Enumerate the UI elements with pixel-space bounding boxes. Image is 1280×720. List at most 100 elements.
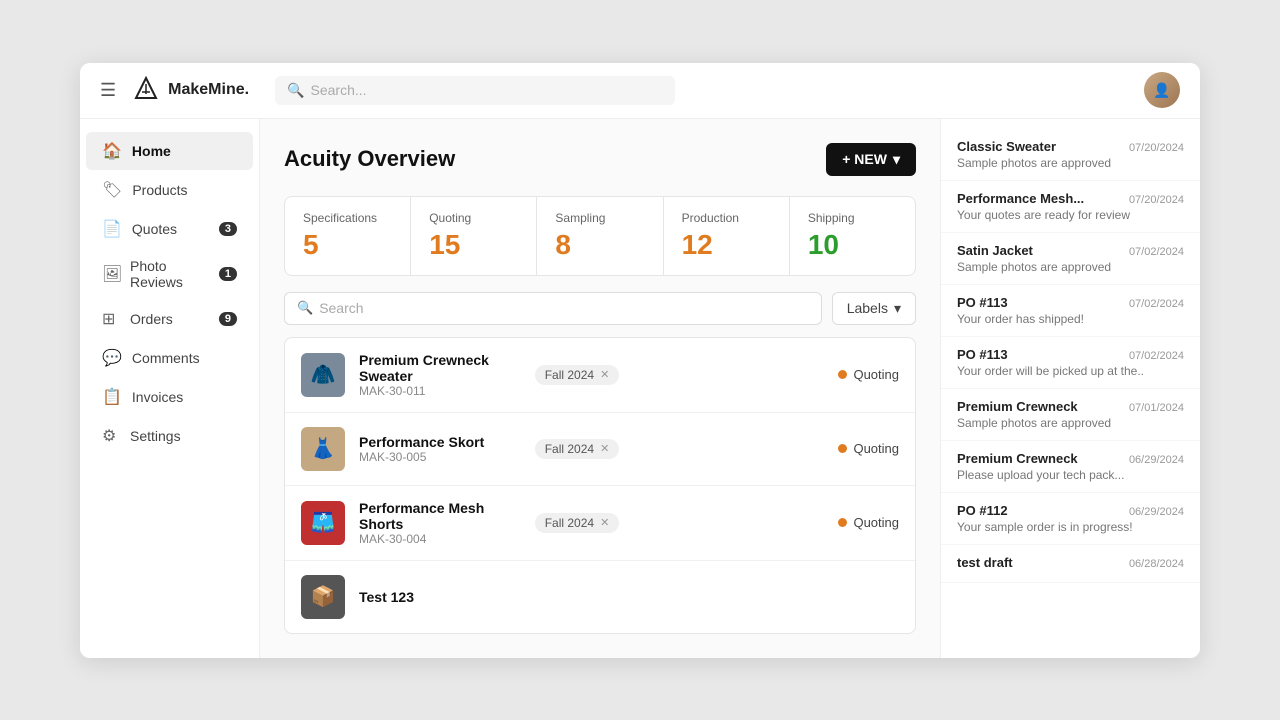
- product-tag[interactable]: Fall 2024 ✕: [535, 439, 620, 459]
- sidebar-label-home: Home: [132, 143, 171, 159]
- activity-desc: Sample photos are approved: [957, 260, 1184, 274]
- sidebar-item-products[interactable]: 🏷 Products: [86, 171, 253, 209]
- list-item[interactable]: Premium Crewneck 06/29/2024 Please uploa…: [941, 441, 1200, 493]
- tag-remove-icon[interactable]: ✕: [600, 368, 609, 381]
- list-item[interactable]: test draft 06/28/2024: [941, 545, 1200, 583]
- stat-value-production: 12: [682, 229, 771, 261]
- activity-title: PO #113: [957, 347, 1008, 362]
- activity-date: 06/28/2024: [1129, 558, 1184, 570]
- stat-shipping[interactable]: Shipping 10: [790, 197, 915, 275]
- stat-production[interactable]: Production 12: [664, 197, 790, 275]
- activity-date: 07/01/2024: [1129, 402, 1184, 414]
- product-status: Quoting: [809, 367, 899, 382]
- product-sku: MAK-30-004: [359, 532, 521, 546]
- sidebar-item-orders[interactable]: ⊞ Orders 9: [86, 300, 253, 338]
- product-sku: MAK-30-011: [359, 384, 521, 398]
- stat-value-specifications: 5: [303, 229, 392, 261]
- stats-row: Specifications 5 Quoting 15 Sampling 8 P…: [284, 196, 916, 276]
- product-info: Test 123: [359, 589, 622, 605]
- product-sku: MAK-30-005: [359, 450, 521, 464]
- activity-desc: Your order will be picked up at the..: [957, 364, 1184, 378]
- sidebar-item-quotes[interactable]: 📄 Quotes 3: [86, 210, 253, 248]
- stat-quoting[interactable]: Quoting 15: [411, 197, 537, 275]
- global-search-input[interactable]: [311, 82, 664, 98]
- product-info: Performance Mesh Shorts MAK-30-004: [359, 500, 521, 546]
- thumb-placeholder: 🩳: [301, 501, 345, 545]
- product-info: Premium Crewneck Sweater MAK-30-011: [359, 352, 521, 398]
- sidebar-label-invoices: Invoices: [132, 389, 183, 405]
- product-status: Quoting: [809, 441, 899, 456]
- home-icon: 🏠: [102, 141, 122, 161]
- avatar[interactable]: 👤: [1144, 72, 1180, 108]
- main-layout: 🏠 Home 🏷 Products 📄 Quotes 3 🖼 Photo Rev…: [80, 119, 1200, 658]
- stat-label-production: Production: [682, 211, 771, 225]
- search-icon: 🔍: [297, 300, 313, 316]
- page-title: Acuity Overview: [284, 146, 455, 172]
- product-thumbnail: 📦: [301, 575, 345, 619]
- photo-reviews-badge: 1: [219, 267, 237, 281]
- status-label: Quoting: [853, 367, 899, 382]
- settings-icon: ⚙: [102, 426, 120, 446]
- global-search-bar[interactable]: 🔍: [275, 76, 675, 105]
- sidebar-item-invoices[interactable]: 📋 Invoices: [86, 378, 253, 416]
- status-label: Quoting: [853, 515, 899, 530]
- logo-text: MakeMine.: [168, 81, 249, 99]
- photo-reviews-icon: 🖼: [102, 264, 120, 284]
- sidebar-label-comments: Comments: [132, 350, 200, 366]
- tag-remove-icon[interactable]: ✕: [600, 516, 609, 529]
- status-dot: [838, 370, 847, 379]
- table-row[interactable]: 📦 Test 123: [285, 561, 915, 633]
- sidebar-item-comments[interactable]: 💬 Comments: [86, 339, 253, 377]
- activity-title: PO #112: [957, 503, 1008, 518]
- activity-desc: Sample photos are approved: [957, 416, 1184, 430]
- tag-remove-icon[interactable]: ✕: [600, 442, 609, 455]
- products-icon: 🏷: [102, 180, 122, 200]
- comments-icon: 💬: [102, 348, 122, 368]
- list-item[interactable]: Premium Crewneck 07/01/2024 Sample photo…: [941, 389, 1200, 441]
- products-list: 🧥 Premium Crewneck Sweater MAK-30-011 Fa…: [284, 337, 916, 634]
- quotes-icon: 📄: [102, 219, 122, 239]
- avatar-image: 👤: [1144, 72, 1180, 108]
- chevron-down-icon: ▾: [894, 300, 901, 317]
- thumb-placeholder: 🧥: [301, 353, 345, 397]
- product-info: Performance Skort MAK-30-005: [359, 434, 521, 464]
- stat-label-sampling: Sampling: [555, 211, 644, 225]
- activity-date: 07/02/2024: [1129, 246, 1184, 258]
- stat-label-quoting: Quoting: [429, 211, 518, 225]
- activity-desc: Sample photos are approved: [957, 156, 1184, 170]
- stat-specifications[interactable]: Specifications 5: [285, 197, 411, 275]
- list-item[interactable]: Performance Mesh... 07/20/2024 Your quot…: [941, 181, 1200, 233]
- sidebar-item-photo-reviews[interactable]: 🖼 Photo Reviews 1: [86, 249, 253, 299]
- activity-desc: Please upload your tech pack...: [957, 468, 1184, 482]
- list-item[interactable]: PO #113 07/02/2024 Your order will be pi…: [941, 337, 1200, 389]
- list-item[interactable]: PO #112 06/29/2024 Your sample order is …: [941, 493, 1200, 545]
- activity-date: 07/02/2024: [1129, 298, 1184, 310]
- table-row[interactable]: 🧥 Premium Crewneck Sweater MAK-30-011 Fa…: [285, 338, 915, 413]
- labels-button[interactable]: Labels ▾: [832, 292, 916, 325]
- table-row[interactable]: 🩳 Performance Mesh Shorts MAK-30-004 Fal…: [285, 486, 915, 561]
- product-name: Performance Mesh Shorts: [359, 500, 521, 532]
- chevron-down-icon: ▾: [893, 151, 900, 168]
- activity-title: test draft: [957, 555, 1013, 570]
- invoices-icon: 📋: [102, 387, 122, 407]
- product-name: Test 123: [359, 589, 622, 605]
- product-search-bar[interactable]: 🔍: [284, 292, 822, 325]
- product-tag[interactable]: Fall 2024 ✕: [535, 513, 620, 533]
- stat-sampling[interactable]: Sampling 8: [537, 197, 663, 275]
- new-button[interactable]: + NEW ▾: [826, 143, 916, 176]
- product-tag[interactable]: Fall 2024 ✕: [535, 365, 620, 385]
- list-item[interactable]: Classic Sweater 07/20/2024 Sample photos…: [941, 129, 1200, 181]
- product-search-input[interactable]: [319, 300, 809, 316]
- list-item[interactable]: Satin Jacket 07/02/2024 Sample photos ar…: [941, 233, 1200, 285]
- activity-date: 06/29/2024: [1129, 506, 1184, 518]
- table-row[interactable]: 👗 Performance Skort MAK-30-005 Fall 2024…: [285, 413, 915, 486]
- hamburger-icon[interactable]: ☰: [100, 80, 116, 101]
- sidebar: 🏠 Home 🏷 Products 📄 Quotes 3 🖼 Photo Rev…: [80, 119, 260, 658]
- activity-panel: Classic Sweater 07/20/2024 Sample photos…: [940, 119, 1200, 658]
- sidebar-item-home[interactable]: 🏠 Home: [86, 132, 253, 170]
- list-item[interactable]: PO #113 07/02/2024 Your order has shippe…: [941, 285, 1200, 337]
- status-dot: [838, 444, 847, 453]
- product-status: Quoting: [809, 515, 899, 530]
- labels-label: Labels: [847, 300, 888, 316]
- sidebar-item-settings[interactable]: ⚙ Settings: [86, 417, 253, 455]
